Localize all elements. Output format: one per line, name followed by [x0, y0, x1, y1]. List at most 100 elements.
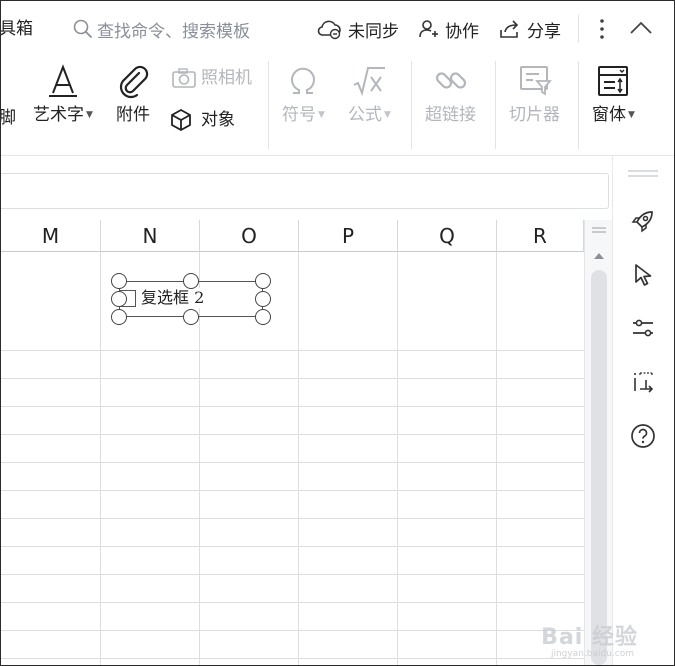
link-chain-icon: [435, 72, 466, 89]
top-bar: 具箱 查找命令、搜索模板 未同步 协作 分享: [1, 1, 674, 57]
slicer-label: 切片器: [509, 105, 560, 125]
cursor-arrow-icon: [635, 264, 652, 286]
scroll-up-arrow-icon[interactable]: [593, 252, 605, 260]
attachment-button[interactable]: 附件: [115, 63, 151, 125]
formula-button[interactable]: 公式 ▼: [348, 63, 391, 125]
share-label: 分享: [527, 21, 561, 42]
select-pointer-button[interactable]: [629, 261, 657, 289]
grid-column-line: [397, 252, 398, 665]
command-search[interactable]: 查找命令、搜索模板: [73, 17, 250, 42]
share-button[interactable]: 分享: [498, 17, 561, 42]
form-window-icon: [598, 66, 629, 96]
grid-row-line: [1, 574, 584, 575]
baidu-watermark: Bai 经验: [541, 625, 638, 650]
sync-label: 未同步: [348, 21, 399, 42]
help-question-icon: [631, 424, 655, 448]
insert-ribbon: 脚 艺术字 ▼ 附件 照相机 对象 符号 ▼ 公式 ▼ 超链接 切片器 窗体 ▼: [1, 57, 674, 156]
column-header-p[interactable]: P: [299, 220, 398, 252]
app-window: 具箱 查找命令、搜索模板 未同步 协作 分享 脚 艺术字 ▼ 附件 照相机 对象…: [0, 0, 675, 666]
search-icon: [73, 19, 92, 38]
grid-column-line: [100, 252, 101, 665]
collaborate-button[interactable]: 协作: [418, 17, 479, 42]
hyperlink-button[interactable]: 超链接: [425, 63, 476, 125]
attachment-label: 附件: [116, 105, 150, 125]
toolbox-tab-partial[interactable]: 具箱: [1, 19, 33, 39]
checkbox-label[interactable]: 复选框 2: [141, 288, 205, 308]
more-options-icon[interactable]: [597, 17, 607, 41]
sync-status-button[interactable]: 未同步: [317, 17, 399, 42]
hyperlink-label: 超链接: [425, 105, 476, 125]
rocket-icon: [631, 211, 653, 233]
symbol-button[interactable]: 符号 ▼: [282, 63, 325, 125]
paperclip-icon: [119, 65, 149, 99]
grid-row-line: [1, 434, 584, 435]
ribbon-divider: [268, 61, 269, 149]
topbar-divider: [578, 15, 579, 43]
layout-arrange-icon: [634, 372, 654, 393]
art-text-icon: [48, 64, 77, 97]
properties-sliders-button[interactable]: [629, 314, 657, 342]
column-header-m[interactable]: M: [1, 220, 101, 252]
sliders-settings-icon: [633, 319, 653, 337]
resize-handle-bottom-left[interactable]: [111, 309, 127, 325]
art-text-button[interactable]: 艺术字 ▼: [33, 63, 93, 125]
side-task-pane: [612, 156, 674, 665]
column-header-n[interactable]: N: [101, 220, 200, 252]
baidu-watermark-url: jingyan.baidu.com: [550, 649, 634, 659]
formula-label: 公式: [348, 105, 382, 125]
grid-row-line: [1, 630, 584, 631]
cube-object-icon: [171, 108, 191, 132]
form-control-dropdown-caret: ▼: [628, 110, 635, 120]
camera-label: 照相机: [201, 68, 252, 88]
resize-handle-bottom[interactable]: [183, 309, 199, 325]
scrollbar-thumb[interactable]: [591, 270, 607, 665]
vertical-scrollbar[interactable]: [584, 220, 612, 665]
formula-input[interactable]: [1, 173, 609, 209]
help-button[interactable]: [629, 422, 657, 450]
spreadsheet-grid[interactable]: M N O P Q R: [1, 220, 584, 665]
object-label: 对象: [201, 110, 235, 130]
column-header-r[interactable]: R: [497, 220, 584, 252]
resize-handle-right[interactable]: [255, 291, 271, 307]
grid-row-line: [1, 546, 584, 547]
camera-button[interactable]: 照相机: [171, 67, 252, 89]
art-text-dropdown-caret: ▼: [86, 110, 93, 120]
grid-column-line: [496, 252, 497, 665]
collaborate-label: 协作: [445, 21, 479, 42]
formula-bar-area: [1, 156, 613, 220]
rocket-quick-tools-button[interactable]: [629, 207, 657, 235]
camera-icon: [172, 68, 196, 88]
resize-handle-top[interactable]: [183, 273, 199, 289]
header-footer-partial[interactable]: 脚: [1, 108, 16, 128]
sqrt-formula-icon: [354, 67, 386, 97]
format-panel-button[interactable]: [629, 368, 657, 396]
grid-row-line: [1, 490, 584, 491]
resize-handle-left[interactable]: [111, 291, 127, 307]
form-control-label: 窗体: [592, 105, 626, 125]
art-text-label: 艺术字: [33, 105, 84, 125]
column-header-q[interactable]: Q: [398, 220, 497, 252]
resize-handle-top-left[interactable]: [111, 273, 127, 289]
form-control-button[interactable]: 窗体 ▼: [592, 63, 635, 125]
pane-grip-icon[interactable]: [627, 168, 659, 178]
grid-row-line: [1, 658, 584, 659]
add-user-icon: [419, 20, 438, 38]
grid-row-line: [1, 406, 584, 407]
ribbon-divider: [411, 61, 412, 149]
symbol-dropdown-caret: ▼: [318, 110, 325, 120]
object-button[interactable]: 对象: [169, 108, 235, 132]
share-icon: [500, 20, 519, 38]
collapse-ribbon-icon[interactable]: [629, 20, 653, 36]
cloud-unsynced-icon: [317, 20, 341, 40]
slicer-filter-icon: [519, 66, 552, 96]
grid-row-line: [1, 350, 584, 351]
resize-handle-bottom-right[interactable]: [255, 309, 271, 325]
grid-row-line: [1, 602, 584, 603]
column-header-o[interactable]: O: [200, 220, 299, 252]
slicer-button[interactable]: 切片器: [509, 63, 560, 125]
resize-handle-top-right[interactable]: [255, 273, 271, 289]
grid-row-line: [1, 462, 584, 463]
omega-symbol-icon: [291, 67, 316, 94]
grid-row-line: [1, 378, 584, 379]
split-handle-icon[interactable]: [591, 226, 607, 234]
